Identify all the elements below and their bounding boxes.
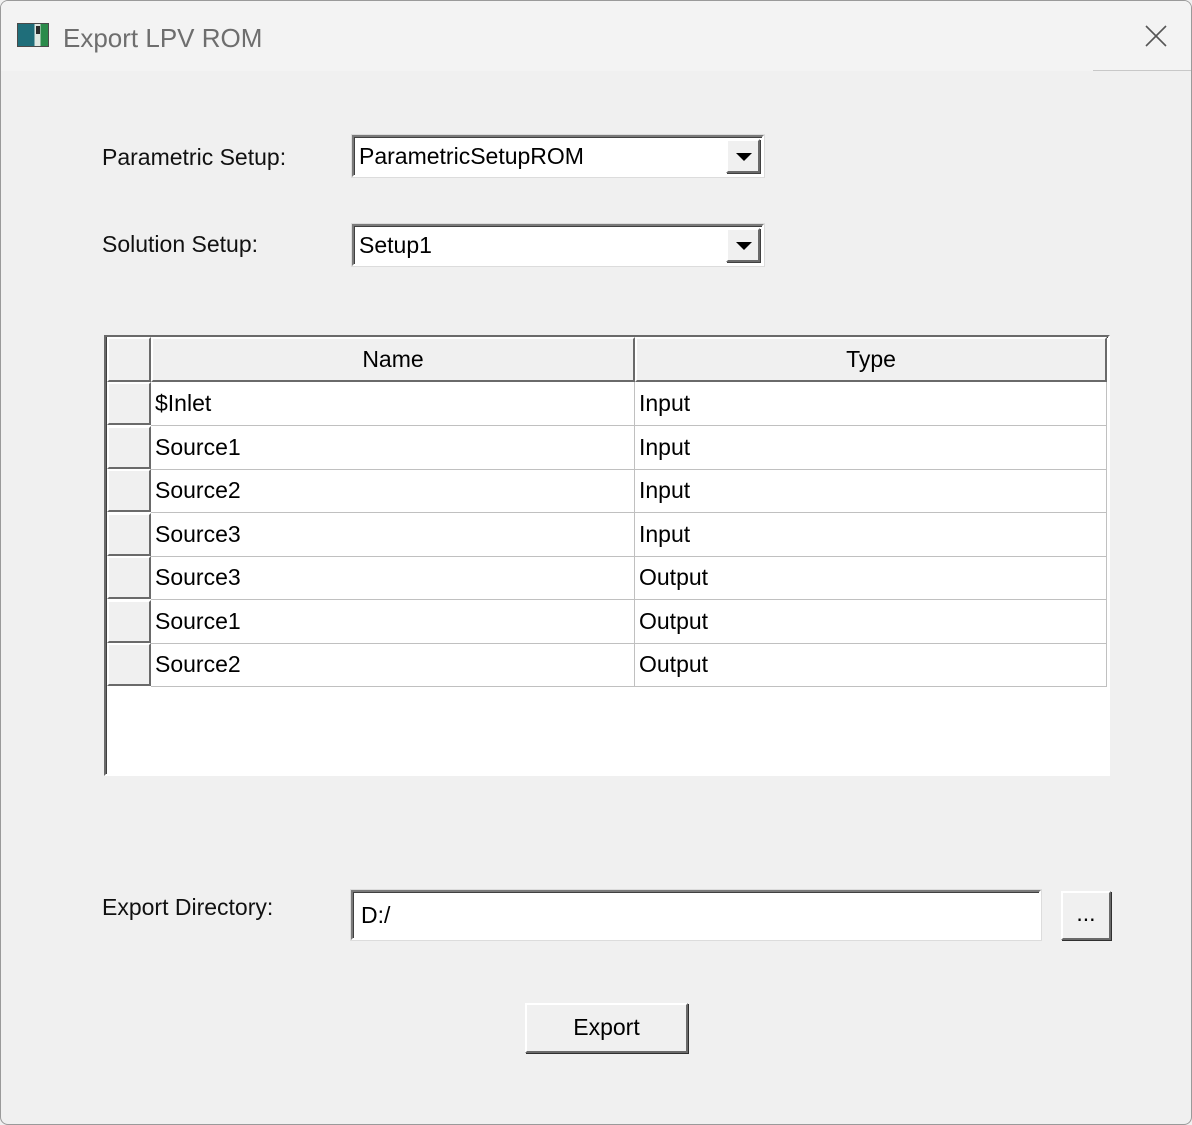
export-directory-input[interactable]: [351, 890, 1041, 940]
browse-directory-button[interactable]: ...: [1061, 891, 1111, 940]
close-button[interactable]: [1131, 13, 1181, 59]
title-bar-divider: [1093, 70, 1191, 71]
cell-type[interactable]: Input: [635, 469, 1107, 513]
table-row[interactable]: Source2 Input: [106, 469, 1108, 513]
parametric-setup-label: Parametric Setup:: [102, 144, 287, 170]
table-row[interactable]: $Inlet Input: [106, 382, 1108, 426]
export-lpv-rom-dialog: Export LPV ROM Parametric Setup: Paramet…: [0, 0, 1192, 1125]
table-row[interactable]: Source1 Output: [106, 599, 1108, 644]
cell-type[interactable]: Output: [635, 599, 1107, 644]
parametric-setup-dropdown-button[interactable]: [726, 139, 760, 173]
table-header-row: Name Type: [106, 337, 1108, 382]
parametric-setup-value: ParametricSetupROM: [359, 143, 584, 169]
variables-table: Name Type $Inlet Input Source1 Input Source2…: [104, 335, 1110, 776]
export-button[interactable]: Export: [525, 1003, 688, 1053]
cell-type[interactable]: Input: [635, 382, 1107, 426]
solution-setup-dropdown-button[interactable]: [726, 228, 760, 262]
cell-name[interactable]: Source2: [151, 643, 635, 687]
cell-name[interactable]: Source3: [151, 512, 635, 557]
row-header[interactable]: [107, 512, 151, 556]
row-header[interactable]: [107, 469, 151, 512]
table-row[interactable]: Source3 Input: [106, 512, 1108, 557]
close-icon: [1145, 25, 1167, 47]
table-row[interactable]: Source2 Output: [106, 643, 1108, 687]
export-directory-label: Export Directory:: [102, 894, 274, 920]
table-corner-cell[interactable]: [107, 337, 151, 382]
row-header[interactable]: [107, 556, 151, 599]
cell-name[interactable]: Source2: [151, 469, 635, 513]
row-header[interactable]: [107, 382, 151, 425]
parametric-setup-select[interactable]: ParametricSetupROM: [352, 135, 764, 177]
solution-setup-label: Solution Setup:: [102, 231, 259, 257]
cell-type[interactable]: Output: [635, 643, 1107, 687]
cell-name[interactable]: $Inlet: [151, 382, 635, 426]
cell-name[interactable]: Source1: [151, 599, 635, 644]
row-header[interactable]: [107, 643, 151, 686]
solution-setup-value: Setup1: [359, 232, 432, 258]
row-header[interactable]: [107, 599, 151, 643]
solution-setup-select[interactable]: Setup1: [352, 224, 764, 266]
app-icon: [17, 23, 49, 47]
cell-name[interactable]: Source1: [151, 425, 635, 470]
title-bar[interactable]: Export LPV ROM: [1, 1, 1191, 71]
window-title: Export LPV ROM: [63, 23, 263, 53]
table-row[interactable]: Source1 Input: [106, 425, 1108, 470]
column-header-name[interactable]: Name: [151, 337, 635, 382]
cell-type[interactable]: Output: [635, 556, 1107, 600]
column-header-type[interactable]: Type: [635, 337, 1107, 382]
cell-type[interactable]: Input: [635, 425, 1107, 470]
cell-name[interactable]: Source3: [151, 556, 635, 600]
table-row[interactable]: Source3 Output: [106, 556, 1108, 600]
cell-type[interactable]: Input: [635, 512, 1107, 557]
row-header[interactable]: [107, 425, 151, 469]
